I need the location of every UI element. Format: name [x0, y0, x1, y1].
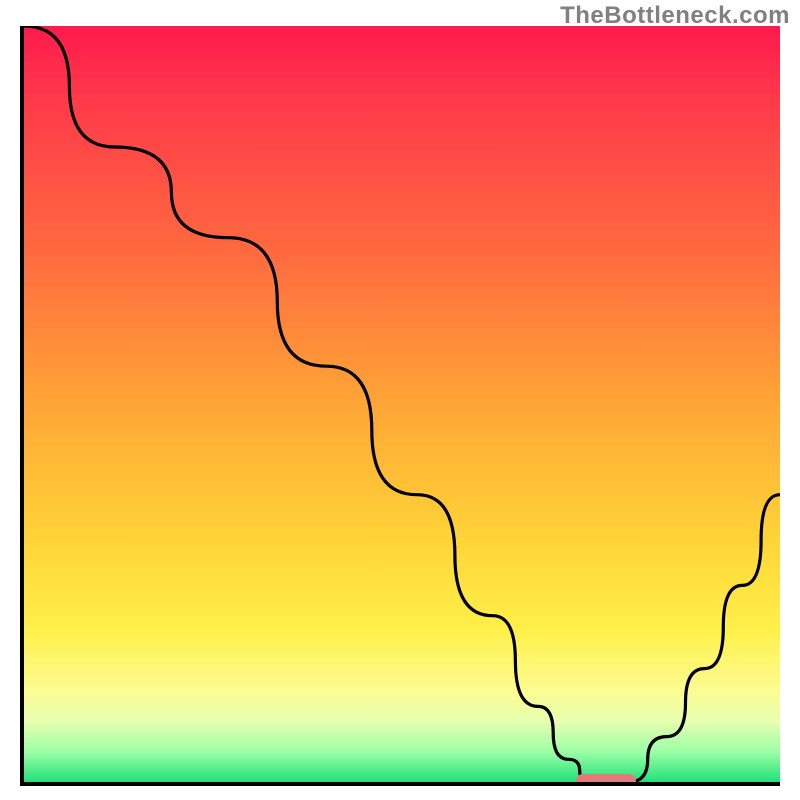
plot-area — [20, 26, 780, 786]
optimum-marker — [576, 774, 636, 786]
chart-container: TheBottleneck.com — [0, 0, 800, 800]
bottleneck-curve — [24, 26, 780, 782]
curve-path — [24, 26, 780, 782]
